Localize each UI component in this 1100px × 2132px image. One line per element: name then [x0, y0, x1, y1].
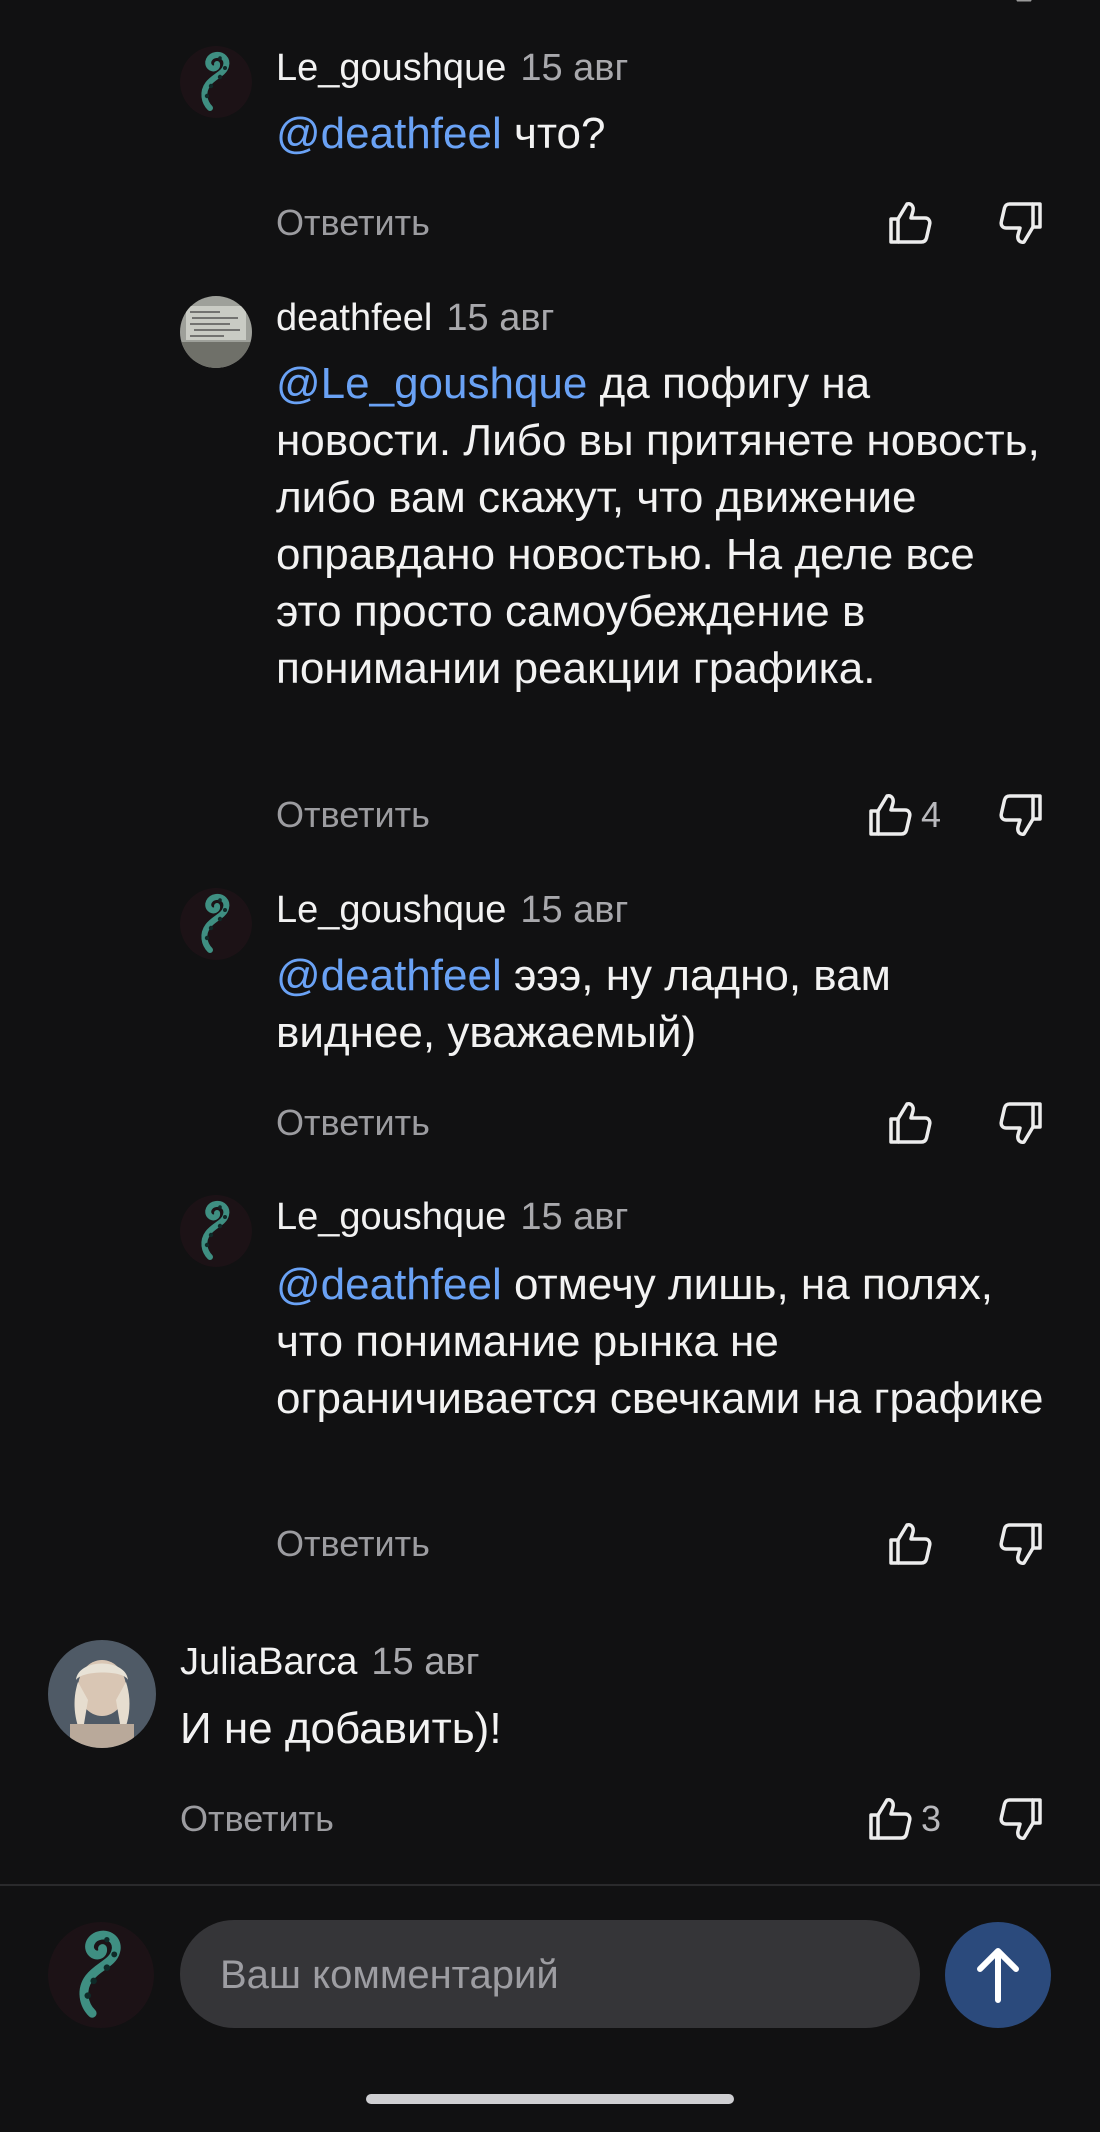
like-button[interactable]: 4 [865, 785, 941, 845]
comment-input[interactable] [218, 1920, 902, 2030]
tentacle-avatar-icon [180, 888, 252, 960]
thumb-down-icon [996, 790, 1046, 840]
comment-date: 15 авг [446, 297, 555, 339]
photo-avatar-icon [180, 296, 252, 368]
reply-button[interactable]: Ответить [276, 201, 430, 245]
comment-actions: Ответить 3 [180, 1789, 1046, 1849]
thumb-up-icon [865, 1794, 915, 1844]
dislike-button[interactable] [996, 1519, 1046, 1569]
current-user-avatar[interactable] [48, 1922, 154, 2028]
arrow-up-icon [977, 1948, 1019, 2003]
mention-link[interactable]: @deathfeel [276, 951, 502, 1000]
reply-button[interactable]: Ответить [276, 1101, 430, 1145]
author-name[interactable]: Le_goushque [276, 889, 506, 931]
author-name[interactable]: deathfeel [276, 297, 432, 339]
dislike-button[interactable] [996, 1794, 1046, 1844]
comment-date: 15 авг [520, 889, 629, 931]
tentacle-avatar-icon [48, 1922, 154, 2028]
reply-button[interactable]: Ответить [276, 793, 430, 837]
comment-actions: Ответить 4 [276, 785, 1046, 845]
comment-header: deathfeel 15 авг [276, 296, 554, 340]
comment-actions: Ответить [276, 1514, 1046, 1574]
comment-body: да пофигу на новости. Либо вы притянете … [276, 359, 1040, 693]
comment-actions: Ответить [276, 1093, 1046, 1153]
comment-header: Le_goushque 15 авг [276, 1195, 628, 1239]
comment-date: 15 авг [520, 1196, 629, 1238]
avatar[interactable] [180, 888, 252, 960]
comment-date: 15 авг [520, 47, 629, 89]
author-name[interactable]: Le_goushque [276, 1196, 506, 1238]
avatar[interactable] [180, 1195, 252, 1267]
avatar[interactable] [180, 296, 252, 368]
comment-text: @deathfeel отмечу лишь, на полях, что по… [276, 1256, 1046, 1427]
comment-body: что? [501, 109, 606, 158]
home-indicator[interactable] [366, 2094, 734, 2104]
dislike-button[interactable] [996, 1098, 1046, 1148]
comment-text: И не добавить)! [180, 1700, 1040, 1757]
tentacle-avatar-icon [180, 1195, 252, 1267]
comment-text: @deathfeel эээ, ну ладно, вам виднее, ув… [276, 947, 1016, 1061]
avatar[interactable] [48, 1640, 156, 1748]
thumb-down-icon [996, 198, 1046, 248]
thumb-up-icon [885, 1098, 935, 1148]
dislike-button[interactable] [996, 198, 1046, 248]
comment-header: Le_goushque 15 авг [276, 888, 628, 932]
like-button[interactable] [885, 1093, 941, 1153]
thumb-down-icon-partial [1016, 0, 1032, 2]
comment-header: JuliaBarca 15 авг [180, 1640, 479, 1684]
like-button[interactable] [885, 193, 941, 253]
like-button[interactable]: 3 [865, 1789, 941, 1849]
thumb-down-icon [996, 1098, 1046, 1148]
photo-avatar-icon [48, 1640, 156, 1748]
avatar[interactable] [180, 46, 252, 118]
comment-actions: Ответить [276, 193, 1046, 253]
comment-date: 15 авг [371, 1641, 480, 1683]
comment-text: @Le_goushque да пофигу на новости. Либо … [276, 355, 1046, 697]
author-name[interactable]: JuliaBarca [180, 1641, 357, 1683]
thumb-down-icon [996, 1794, 1046, 1844]
dislike-button[interactable] [996, 790, 1046, 840]
mention-link[interactable]: @Le_goushque [276, 359, 587, 408]
comment-input-container [180, 1920, 920, 2030]
tentacle-avatar-icon [180, 46, 252, 118]
thumb-up-icon [865, 790, 915, 840]
comment-header: Le_goushque 15 авг [276, 46, 628, 90]
reply-button[interactable]: Ответить [276, 1522, 430, 1566]
send-button[interactable] [945, 1922, 1051, 2028]
like-button[interactable] [885, 1514, 941, 1574]
mention-link[interactable]: @deathfeel [276, 1260, 502, 1309]
composer-divider [0, 1884, 1100, 1886]
mention-link[interactable]: @deathfeel [276, 109, 502, 158]
like-count: 3 [920, 1798, 941, 1839]
like-count: 4 [920, 794, 941, 835]
thumb-up-icon [885, 198, 935, 248]
author-name[interactable]: Le_goushque [276, 47, 506, 89]
comment-text: @deathfeel что? [276, 105, 1036, 162]
comment-body: И не добавить)! [180, 1704, 502, 1753]
reply-button[interactable]: Ответить [180, 1797, 334, 1841]
thumb-down-icon [996, 1519, 1046, 1569]
thumb-up-icon [885, 1519, 935, 1569]
